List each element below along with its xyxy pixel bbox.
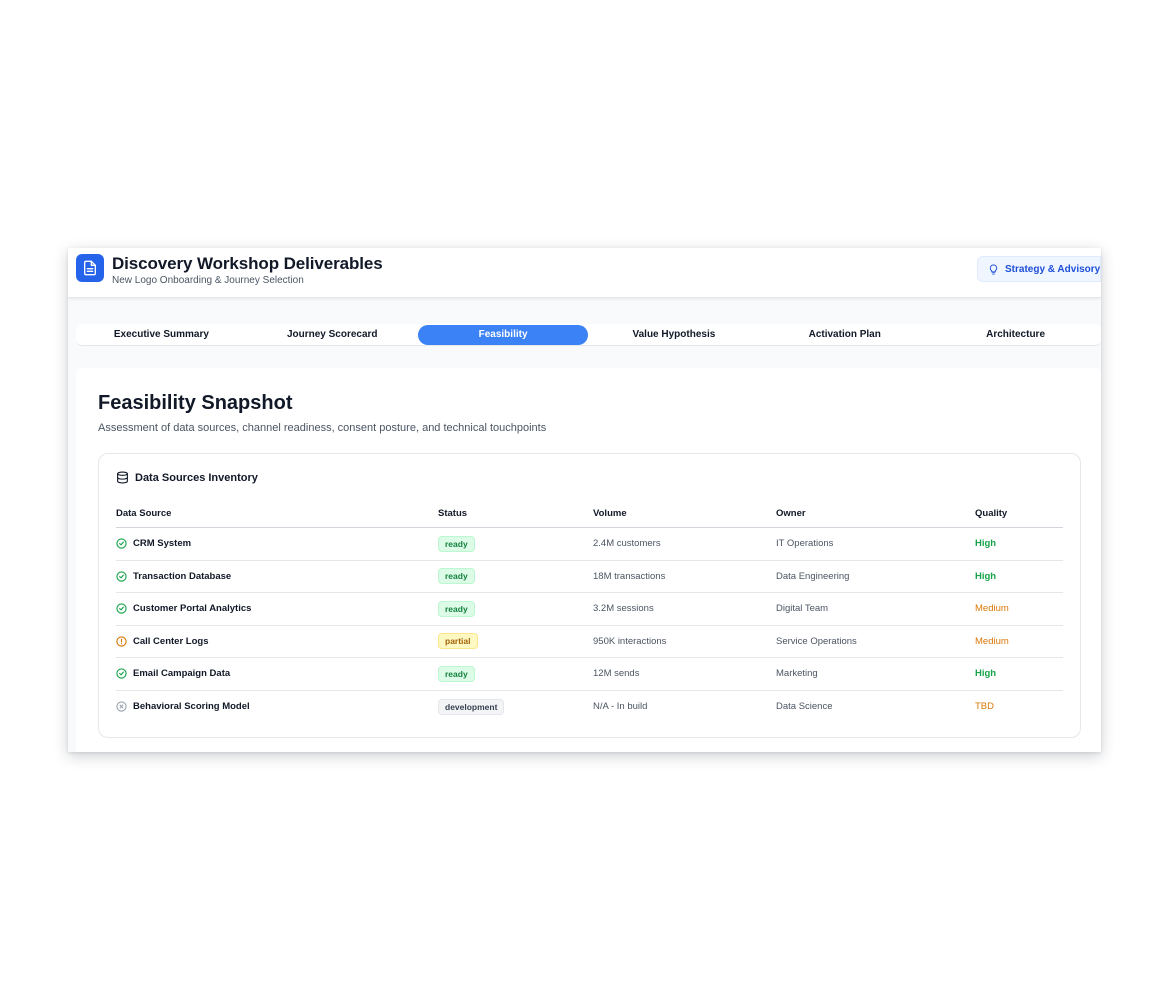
app-window: Discovery Workshop Deliverables New Logo… [68, 248, 1101, 752]
strategy-advisory-label: Strategy & Advisory [1005, 263, 1101, 275]
page-description: Assessment of data sources, channel read… [98, 422, 547, 434]
quality-cell: High [975, 570, 997, 582]
column-header-status[interactable]: Status [438, 500, 467, 527]
page-title: Feasibility Snapshot [98, 392, 293, 414]
volume-cell: 18M transactions [593, 570, 666, 582]
tab-executive-summary[interactable]: Executive Summary [76, 325, 247, 345]
data-source-cell: Email Campaign Data [116, 658, 230, 690]
volume-cell: 3.2M sessions [593, 603, 654, 615]
owner-cell: Service Operations [776, 635, 857, 647]
data-source-name: Transaction Database [133, 570, 232, 582]
data-source-name: Behavioral Scoring Model [133, 701, 250, 713]
status-cell: partial [438, 626, 478, 658]
check-circle-icon [116, 571, 127, 582]
data-sources-table: Data Source Status Volume Owner Quality … [116, 500, 1063, 723]
tab-feasibility[interactable]: Feasibility [417, 324, 589, 345]
data-source-cell: Behavioral Scoring Model [116, 691, 250, 724]
status-cell: ready [438, 561, 475, 593]
status-cell: ready [438, 528, 475, 560]
alert-circle-icon [116, 636, 127, 647]
tab-journey-scorecard[interactable]: Journey Scorecard [247, 325, 418, 345]
data-source-cell: CRM System [116, 528, 191, 560]
document-icon [76, 254, 104, 282]
status-badge: ready [438, 665, 475, 682]
tab-value-hypothesis[interactable]: Value Hypothesis [588, 325, 759, 345]
owner-cell: Data Engineering [776, 570, 850, 582]
app-title: Discovery Workshop Deliverables [112, 254, 383, 273]
check-circle-icon [116, 538, 127, 549]
data-source-cell: Transaction Database [116, 561, 231, 593]
data-sources-inventory: Data Sources Inventory Data Source Statu… [98, 453, 1081, 738]
quality-cell: High [975, 538, 997, 550]
check-circle-icon [116, 668, 127, 679]
status-badge: ready [438, 568, 475, 585]
column-header-volume[interactable]: Volume [593, 500, 627, 527]
status-cell: ready [438, 593, 475, 625]
volume-cell: 12M sends [593, 668, 640, 680]
status-cell: development [438, 691, 505, 724]
feasibility-card: Feasibility Snapshot Assessment of data … [76, 368, 1101, 752]
table-row[interactable]: Behavioral Scoring Model development N/A… [116, 691, 1063, 724]
lightbulb-icon [988, 263, 999, 275]
header: Discovery Workshop Deliverables New Logo… [68, 248, 1101, 298]
column-header-quality[interactable]: Quality [975, 500, 1007, 527]
data-source-cell: Customer Portal Analytics [116, 593, 251, 625]
tab-architecture[interactable]: Architecture [930, 325, 1101, 345]
inventory-heading: Data Sources Inventory [116, 471, 258, 484]
app-subtitle: New Logo Onboarding & Journey Selection [112, 275, 304, 286]
table-row[interactable]: Call Center Logs partial 950K interactio… [116, 626, 1063, 658]
volume-cell: 2.4M customers [593, 538, 661, 550]
owner-cell: Marketing [776, 668, 818, 680]
quality-cell: High [975, 668, 997, 680]
status-cell: ready [438, 658, 475, 690]
table-row[interactable]: Transaction Database ready 18M transacti… [116, 561, 1063, 593]
quality-cell: Medium [975, 635, 1009, 647]
tab-bar: Executive Summary Journey Scorecard Feas… [76, 324, 1101, 346]
quality-cell: Medium [975, 603, 1009, 615]
status-badge: partial [438, 633, 478, 650]
status-badge: development [438, 698, 505, 715]
table-row[interactable]: Customer Portal Analytics ready 3.2M ses… [116, 593, 1063, 626]
data-source-name: CRM System [133, 538, 192, 550]
status-badge: ready [438, 535, 475, 552]
tab-activation-plan[interactable]: Activation Plan [759, 325, 930, 345]
data-source-name: Customer Portal Analytics [133, 603, 252, 615]
volume-cell: 950K interactions [593, 635, 667, 647]
owner-cell: Data Science [776, 701, 833, 713]
data-source-name: Email Campaign Data [133, 668, 231, 680]
data-source-name: Call Center Logs [133, 635, 209, 647]
x-circle-icon [116, 701, 127, 712]
data-source-cell: Call Center Logs [116, 626, 209, 658]
table-row[interactable]: CRM System ready 2.4M customers IT Opera… [116, 528, 1063, 561]
owner-cell: IT Operations [776, 538, 834, 550]
table-row[interactable]: Email Campaign Data ready 12M sends Mark… [116, 658, 1063, 691]
inventory-title: Data Sources Inventory [135, 471, 258, 484]
column-header-data-source[interactable]: Data Source [116, 500, 171, 527]
table-header-row: Data Source Status Volume Owner Quality [116, 500, 1063, 528]
database-icon [116, 471, 129, 484]
quality-cell: TBD [975, 701, 994, 713]
strategy-advisory-badge[interactable]: Strategy & Advisory [977, 256, 1101, 282]
status-badge: ready [438, 600, 475, 617]
owner-cell: Digital Team [776, 603, 829, 615]
volume-cell: N/A - In build [593, 701, 648, 713]
check-circle-icon [116, 603, 127, 614]
column-header-owner[interactable]: Owner [776, 500, 806, 527]
